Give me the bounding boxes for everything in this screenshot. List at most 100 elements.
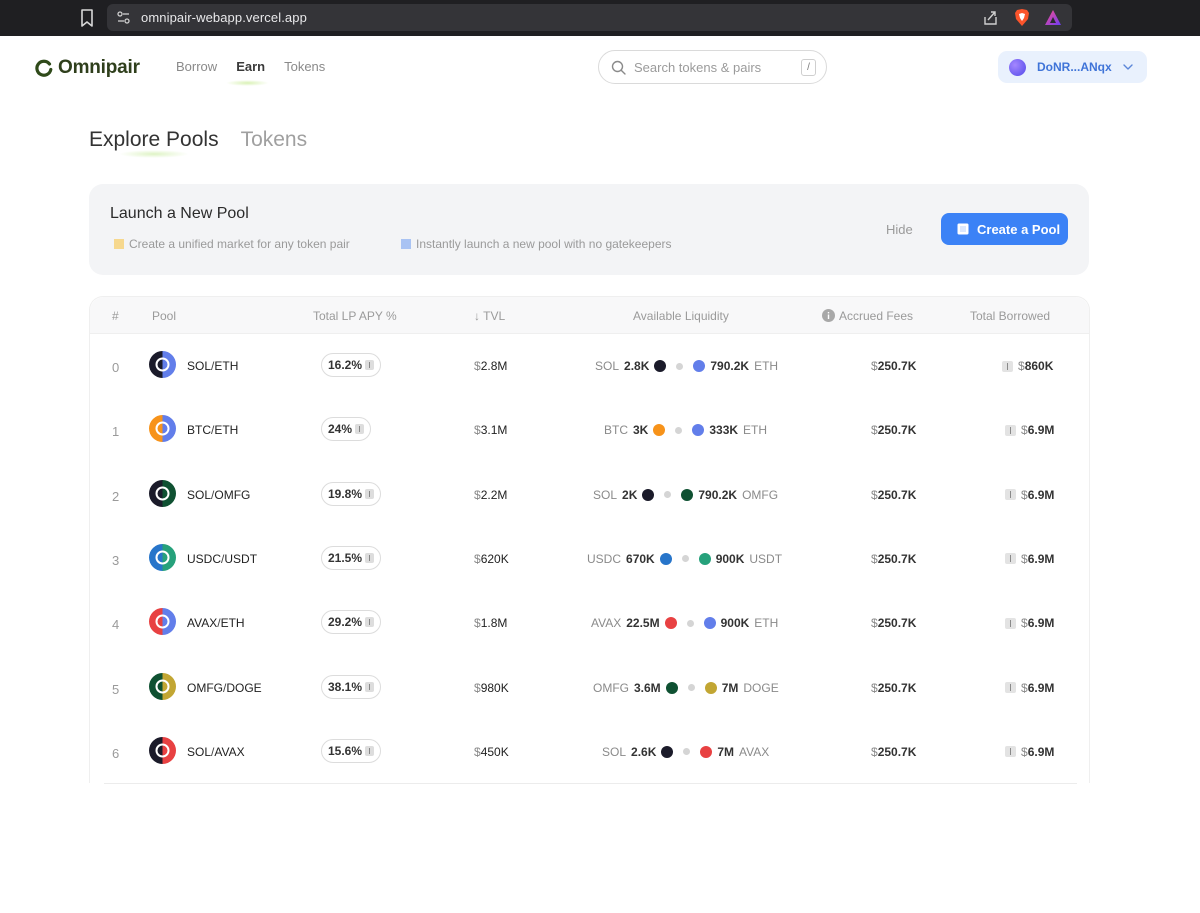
feature-text: Create a unified market for any token pa…: [129, 237, 350, 251]
nav-borrow[interactable]: Borrow: [176, 59, 217, 74]
pair-name[interactable]: USDC/USDT: [187, 552, 257, 566]
usdt-token-icon: [698, 552, 711, 565]
pair-token-icon: [149, 736, 176, 764]
total-borrowed: $6.9M: [1005, 423, 1054, 437]
info-icon[interactable]: [365, 745, 375, 756]
sort-arrow-icon: ↓: [474, 309, 480, 323]
table-row[interactable]: 2 SOL/OMFG 19.8% $2.2M SOL 2K 790.2K OMFG $250.7…: [90, 463, 1089, 527]
info-icon[interactable]: [1002, 360, 1013, 372]
browser-toolbar: omnipair-webapp.vercel.app: [0, 0, 1200, 36]
tab-explore-pools[interactable]: Explore Pools: [89, 128, 219, 158]
available-liquidity: BTC 3K 333K ETH: [604, 423, 768, 438]
search-icon: [611, 60, 626, 75]
col-tvl[interactable]: ↓ TVL: [474, 309, 505, 323]
search-shortcut-key: /: [801, 59, 816, 76]
pair-name[interactable]: SOL/OMFG: [187, 488, 250, 502]
tvl-value: $450K: [474, 744, 509, 759]
row-index: 2: [112, 488, 120, 504]
apy-badge[interactable]: 21.5%: [321, 545, 382, 570]
apy-badge[interactable]: 38.1%: [321, 674, 382, 699]
pair-name[interactable]: AVAX/ETH: [187, 616, 245, 630]
accrued-fees: $250.7K: [871, 423, 917, 438]
pair-token-icon: [149, 672, 176, 700]
col-liquidity[interactable]: Available Liquidity: [633, 309, 729, 323]
total-borrowed: $6.9M: [1005, 488, 1054, 502]
info-icon[interactable]: [1005, 489, 1016, 501]
table-row[interactable]: 3 USDC/USDT 21.5% $620K USDC 670K 900K USDT $250…: [90, 527, 1089, 591]
row-index: 1: [112, 424, 120, 440]
col-fees[interactable]: Accrued Fees: [822, 309, 913, 323]
wallet-address: DoNR...ANqx: [1037, 60, 1112, 74]
table-row[interactable]: 4 AVAX/ETH 29.2% $1.8M AVAX 22.5M 900K ETH $250.…: [90, 591, 1089, 655]
col-borrowed[interactable]: Total Borrowed: [970, 309, 1050, 323]
separator-dot: [686, 619, 694, 627]
plus-square-icon: [957, 223, 969, 235]
info-icon[interactable]: [365, 617, 375, 628]
table-row[interactable]: 5 OMFG/DOGE 38.1% $980K OMFG 3.6M 7M DOGE $250.7…: [90, 656, 1089, 720]
table-divider: [104, 783, 1077, 784]
avax-token-icon: [700, 745, 713, 758]
apy-badge[interactable]: 24%: [321, 417, 372, 442]
info-icon[interactable]: [365, 552, 375, 563]
url-text[interactable]: omnipair-webapp.vercel.app: [141, 10, 307, 25]
hide-button[interactable]: Hide: [886, 222, 913, 237]
pair-name[interactable]: SOL/AVAX: [187, 745, 245, 759]
info-icon[interactable]: [1005, 682, 1016, 693]
apy-badge[interactable]: 19.8%: [321, 481, 382, 506]
omnipair-logo[interactable]: Omnipair: [35, 56, 140, 80]
table-row[interactable]: 1 BTC/ETH 24% $3.1M BTC 3K 333K ETH $250.7K $6.9M: [90, 398, 1089, 462]
pair-token-icon: [149, 351, 176, 378]
pair-name[interactable]: SOL/ETH: [187, 359, 238, 373]
col-apy[interactable]: Total LP APY %: [313, 309, 397, 323]
info-icon[interactable]: [1005, 746, 1016, 758]
launch-title: Launch a New Pool: [110, 205, 249, 222]
eth-token-icon: [692, 424, 705, 437]
tab-tokens[interactable]: Tokens: [241, 128, 308, 152]
address-bar[interactable]: omnipair-webapp.vercel.app: [107, 4, 1072, 31]
apy-badge[interactable]: 15.6%: [321, 738, 382, 763]
col-pool[interactable]: Pool: [152, 309, 176, 323]
info-icon[interactable]: [365, 488, 375, 499]
bookmark-icon[interactable]: [78, 8, 96, 28]
brave-shield-icon[interactable]: [1013, 8, 1031, 27]
info-icon[interactable]: [365, 681, 375, 692]
info-icon[interactable]: [1005, 553, 1016, 565]
pair-name[interactable]: BTC/ETH: [187, 423, 238, 437]
tvl-value: $1.8M: [474, 616, 508, 631]
info-icon[interactable]: [822, 309, 835, 322]
row-index: 0: [112, 360, 120, 375]
search-box[interactable]: /: [598, 50, 827, 84]
omfg-token-icon: [665, 681, 678, 694]
pair-name[interactable]: OMFG/DOGE: [187, 681, 262, 695]
usdc-token-icon: [659, 552, 672, 565]
chevron-down-icon: [1123, 64, 1133, 70]
share-icon[interactable]: [982, 9, 999, 26]
apy-badge[interactable]: 16.2%: [321, 353, 382, 377]
info-icon[interactable]: [1005, 424, 1016, 436]
available-liquidity: AVAX 22.5M 900K ETH: [591, 616, 779, 631]
total-borrowed: $6.9M: [1005, 745, 1054, 759]
tvl-value: $2.8M: [474, 359, 508, 373]
pair-token-icon: [149, 543, 176, 571]
row-index: 5: [112, 681, 120, 697]
create-pool-label: Create a Pool: [977, 222, 1061, 237]
page-tabs: Explore Pools Tokens: [89, 128, 308, 158]
row-index: 6: [112, 745, 120, 761]
info-icon[interactable]: [1005, 617, 1016, 629]
table-row[interactable]: 6 SOL/AVAX 15.6% $450K SOL 2.6K 7M AVAX $250.7K $…: [90, 720, 1089, 784]
info-icon[interactable]: [365, 360, 375, 370]
rewards-icon[interactable]: [1044, 9, 1062, 26]
nav-tokens[interactable]: Tokens: [284, 59, 325, 74]
apy-badge[interactable]: 29.2%: [321, 610, 382, 635]
create-pool-button[interactable]: Create a Pool: [941, 213, 1068, 245]
search-input[interactable]: [634, 58, 794, 76]
site-info-icon[interactable]: [116, 10, 131, 25]
nav-earn[interactable]: Earn: [226, 59, 269, 86]
total-borrowed: $6.9M: [1005, 552, 1054, 566]
available-liquidity: SOL 2K 790.2K OMFG: [593, 487, 779, 502]
eth-token-icon: [703, 617, 716, 630]
table-row[interactable]: 0 SOL/ETH 16.2% $2.8M SOL 2.8K 790.2K ETH $250.7…: [90, 334, 1089, 398]
info-icon[interactable]: [355, 424, 365, 435]
wallet-button[interactable]: DoNR...ANqx: [998, 51, 1147, 83]
feature-text: Instantly launch a new pool with no gate…: [416, 237, 672, 251]
